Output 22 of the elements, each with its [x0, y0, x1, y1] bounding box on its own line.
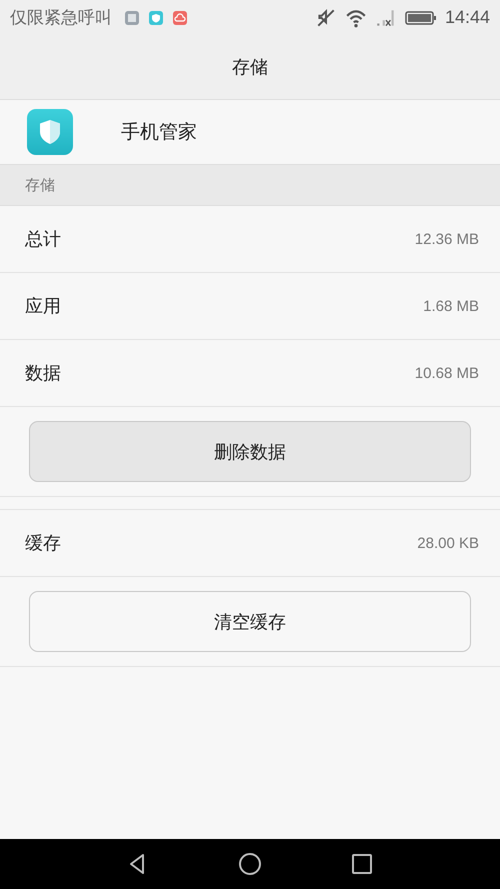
row-label: 总计	[25, 228, 61, 251]
battery-icon	[404, 10, 437, 26]
carrier-text: 仅限紧急呼叫	[10, 7, 112, 29]
row-value: 28.00 KB	[417, 534, 479, 552]
row-value: 1.68 MB	[423, 298, 479, 314]
app-name: 手机管家	[121, 120, 197, 145]
home-icon[interactable]	[238, 852, 262, 876]
row-value: 12.36 MB	[414, 230, 479, 248]
clock-text: 14:44	[444, 7, 490, 28]
page-title: 存储	[232, 56, 268, 79]
cloud-icon	[172, 10, 188, 26]
row-value: 10.68 MB	[414, 364, 479, 382]
shield-icon	[27, 109, 73, 155]
section-title: 存储	[25, 176, 55, 194]
shield-icon	[148, 10, 164, 26]
recents-icon[interactable]	[350, 852, 374, 876]
row-label: 数据	[25, 362, 61, 385]
clear-cache-button[interactable]: 清空缓存	[29, 591, 471, 652]
image-icon	[124, 10, 140, 26]
row-label: 缓存	[25, 532, 61, 555]
row-label: 应用	[25, 295, 61, 318]
delete-data-button[interactable]: 删除数据	[29, 421, 471, 482]
